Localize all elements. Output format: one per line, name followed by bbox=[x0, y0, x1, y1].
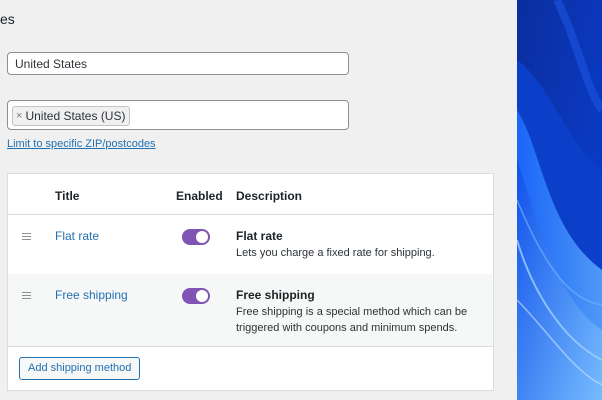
desktop-wallpaper bbox=[517, 0, 602, 400]
method-desc-title: Flat rate bbox=[236, 229, 283, 243]
method-desc-text: Free shipping is a special method which … bbox=[236, 306, 468, 334]
toggle-knob bbox=[196, 290, 208, 302]
zone-regions-select[interactable]: × United States (US) bbox=[7, 100, 349, 130]
drag-handle-icon[interactable] bbox=[22, 233, 31, 240]
enabled-toggle[interactable] bbox=[182, 229, 210, 245]
region-token-label: United States (US) bbox=[25, 109, 126, 123]
region-token: × United States (US) bbox=[12, 106, 131, 126]
limit-zip-link[interactable]: Limit to specific ZIP/postcodes bbox=[7, 138, 156, 150]
column-header-description: Description bbox=[236, 189, 303, 203]
table-row: Flat rate Flat rate Lets you charge a fi… bbox=[8, 215, 493, 274]
shipping-methods-table: Title Enabled Description Flat rate Flat… bbox=[7, 173, 494, 391]
page-title: es bbox=[0, 11, 15, 27]
drag-handle-icon[interactable] bbox=[22, 292, 31, 299]
table-row: Free shipping Free shipping Free shippin… bbox=[8, 274, 493, 347]
zone-name-input[interactable] bbox=[7, 52, 349, 75]
remove-region-icon[interactable]: × bbox=[16, 107, 22, 125]
enabled-toggle[interactable] bbox=[182, 288, 210, 304]
toggle-knob bbox=[196, 231, 208, 243]
add-shipping-method-button[interactable]: Add shipping method bbox=[19, 357, 141, 380]
method-desc-text: Lets you charge a fixed rate for shippin… bbox=[236, 247, 435, 259]
table-header: Title Enabled Description bbox=[8, 174, 493, 215]
method-title-link[interactable]: Flat rate bbox=[55, 229, 99, 243]
column-header-title: Title bbox=[55, 189, 80, 203]
method-desc-title: Free shipping bbox=[236, 288, 315, 302]
wallpaper-bloom-image bbox=[517, 0, 602, 400]
column-header-enabled: Enabled bbox=[176, 189, 223, 203]
admin-content: es × United States (US) Limit to specifi… bbox=[0, 0, 517, 400]
method-title-link[interactable]: Free shipping bbox=[55, 288, 128, 302]
